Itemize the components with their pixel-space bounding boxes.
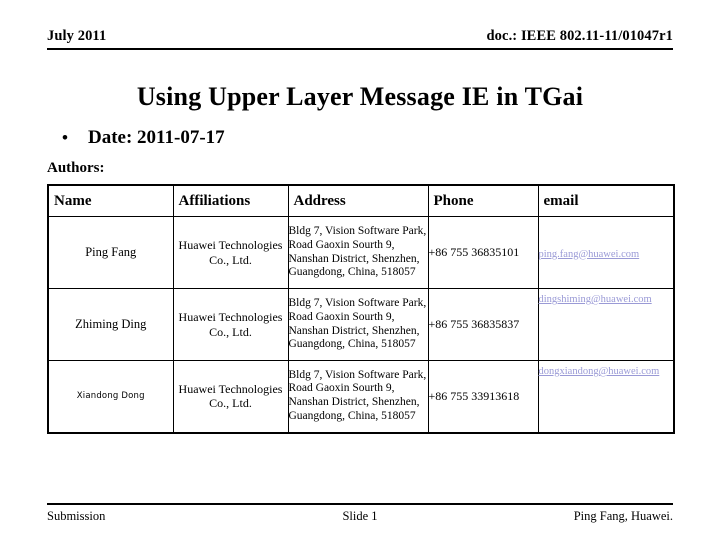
cell-author-name: Xiandong Dong	[47, 360, 174, 433]
table-row: Xiandong Dong Huawei Technologies Co., L…	[47, 360, 675, 433]
column-header-name: Name	[47, 184, 174, 217]
footer-submission-label: Submission	[47, 509, 106, 523]
email-link[interactable]: ping.fang@huawei.com	[539, 248, 640, 261]
header-document-id: doc.: IEEE 802.11-11/01047r1	[486, 28, 673, 44]
cell-author-affiliation: Huawei Technologies Co., Ltd.	[172, 288, 289, 361]
column-header-affiliations: Affiliations	[172, 184, 289, 217]
cell-author-address: Bldg 7, Vision Software Park, Road Gaoxi…	[287, 216, 429, 289]
cell-author-email: dingshiming@huawei.com	[537, 288, 675, 361]
cell-author-phone: +86 755 36835837	[427, 288, 539, 361]
cell-author-address: Bldg 7, Vision Software Park, Road Gaoxi…	[287, 360, 429, 433]
slide-header: July 2011 doc.: IEEE 802.11-11/01047r1	[47, 28, 673, 45]
cell-author-name: Zhiming Ding	[47, 288, 174, 361]
cell-author-phone: +86 755 33913618	[427, 360, 539, 433]
cell-author-name: Ping Fang	[47, 216, 174, 289]
footer-author-label: Ping Fang, Huawei.	[573, 509, 673, 523]
table-header-row: Name Affiliations Address Phone email	[47, 184, 675, 217]
header-date: July 2011	[47, 28, 107, 44]
date-text: Date: 2011-07-17	[88, 127, 225, 148]
cell-author-email: dongxiandong@huawei.com	[537, 360, 675, 433]
cell-author-phone: +86 755 36835101	[427, 216, 539, 289]
footer-slide-number: Slide 1	[342, 509, 378, 523]
date-bullet-item: • Date: 2011-07-17	[62, 127, 225, 149]
column-header-phone: Phone	[427, 184, 539, 217]
cell-author-affiliation: Huawei Technologies Co., Ltd.	[172, 360, 289, 433]
cell-author-affiliation: Huawei Technologies Co., Ltd.	[172, 216, 289, 289]
cell-author-address: Bldg 7, Vision Software Park, Road Gaoxi…	[287, 288, 429, 361]
footer-divider	[47, 503, 673, 505]
table-row: Ping Fang Huawei Technologies Co., Ltd. …	[47, 216, 675, 289]
email-link[interactable]: dingshiming@huawei.com	[539, 293, 652, 306]
cell-author-email: ping.fang@huawei.com	[537, 216, 675, 289]
column-header-email: email	[537, 184, 675, 217]
email-link[interactable]: dongxiandong@huawei.com	[539, 365, 660, 378]
table-row: Zhiming Ding Huawei Technologies Co., Lt…	[47, 288, 675, 361]
authors-label: Authors:	[47, 160, 105, 176]
slide-footer: Submission Slide 1 Ping Fang, Huawei.	[47, 509, 673, 524]
header-divider	[47, 48, 673, 50]
bullet-icon: •	[62, 128, 68, 147]
page-title: Using Upper Layer Message IE in TGai	[136, 82, 584, 111]
authors-table: Name Affiliations Address Phone email Pi…	[47, 184, 675, 434]
column-header-address: Address	[287, 184, 429, 217]
